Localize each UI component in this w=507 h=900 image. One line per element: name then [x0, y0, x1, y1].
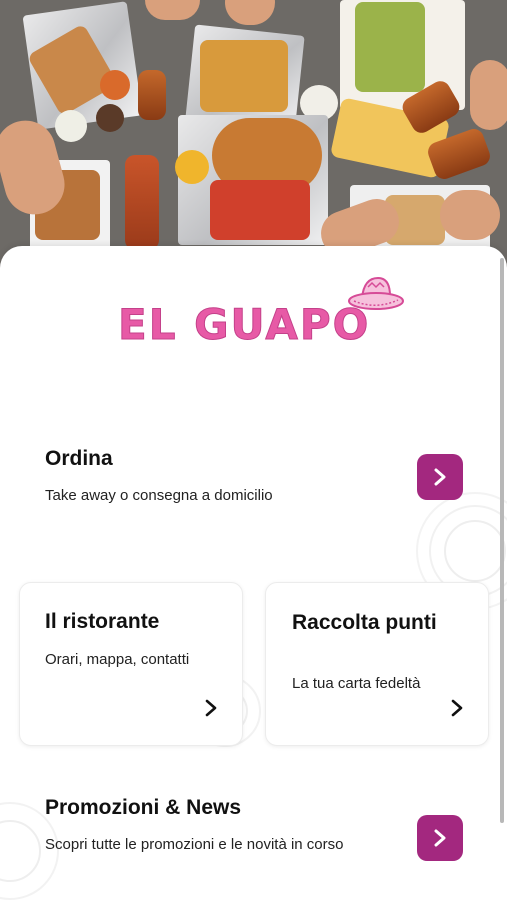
promo-arrow-button[interactable] — [417, 815, 463, 861]
chevron-right-icon — [451, 699, 463, 717]
loyalty-title: Raccolta punti — [292, 611, 437, 634]
chevron-right-icon — [434, 829, 446, 847]
promo-title: Promozioni & News — [45, 796, 242, 819]
order-subtitle: Take away o consegna a domicilio — [45, 487, 273, 504]
restaurant-card[interactable]: Il ristorante Orari, mappa, contatti — [19, 582, 243, 746]
restaurant-subtitle: Orari, mappa, contatti — [45, 651, 190, 668]
restaurant-title: Il ristorante — [45, 610, 160, 633]
hero-food-photo — [0, 0, 507, 270]
chevron-right-icon — [205, 699, 217, 717]
main-panel: EL GUAPO Ordina Take away o consegna a d… — [0, 246, 507, 900]
loyalty-card[interactable]: Raccolta punti La tua carta fedeltà — [265, 582, 489, 746]
order-title: Ordina — [45, 447, 113, 470]
el-guapo-logo: EL GUAPO — [117, 276, 408, 358]
promo-subtitle: Scopri tutte le promozioni e le novità i… — [45, 836, 344, 853]
loyalty-subtitle: La tua carta fedeltà — [292, 675, 421, 692]
chevron-right-icon — [434, 468, 446, 486]
scrollbar[interactable] — [500, 258, 504, 823]
order-arrow-button[interactable] — [417, 454, 463, 500]
logo-text: EL GUAPO — [117, 300, 371, 350]
sombrero-icon — [348, 276, 404, 310]
